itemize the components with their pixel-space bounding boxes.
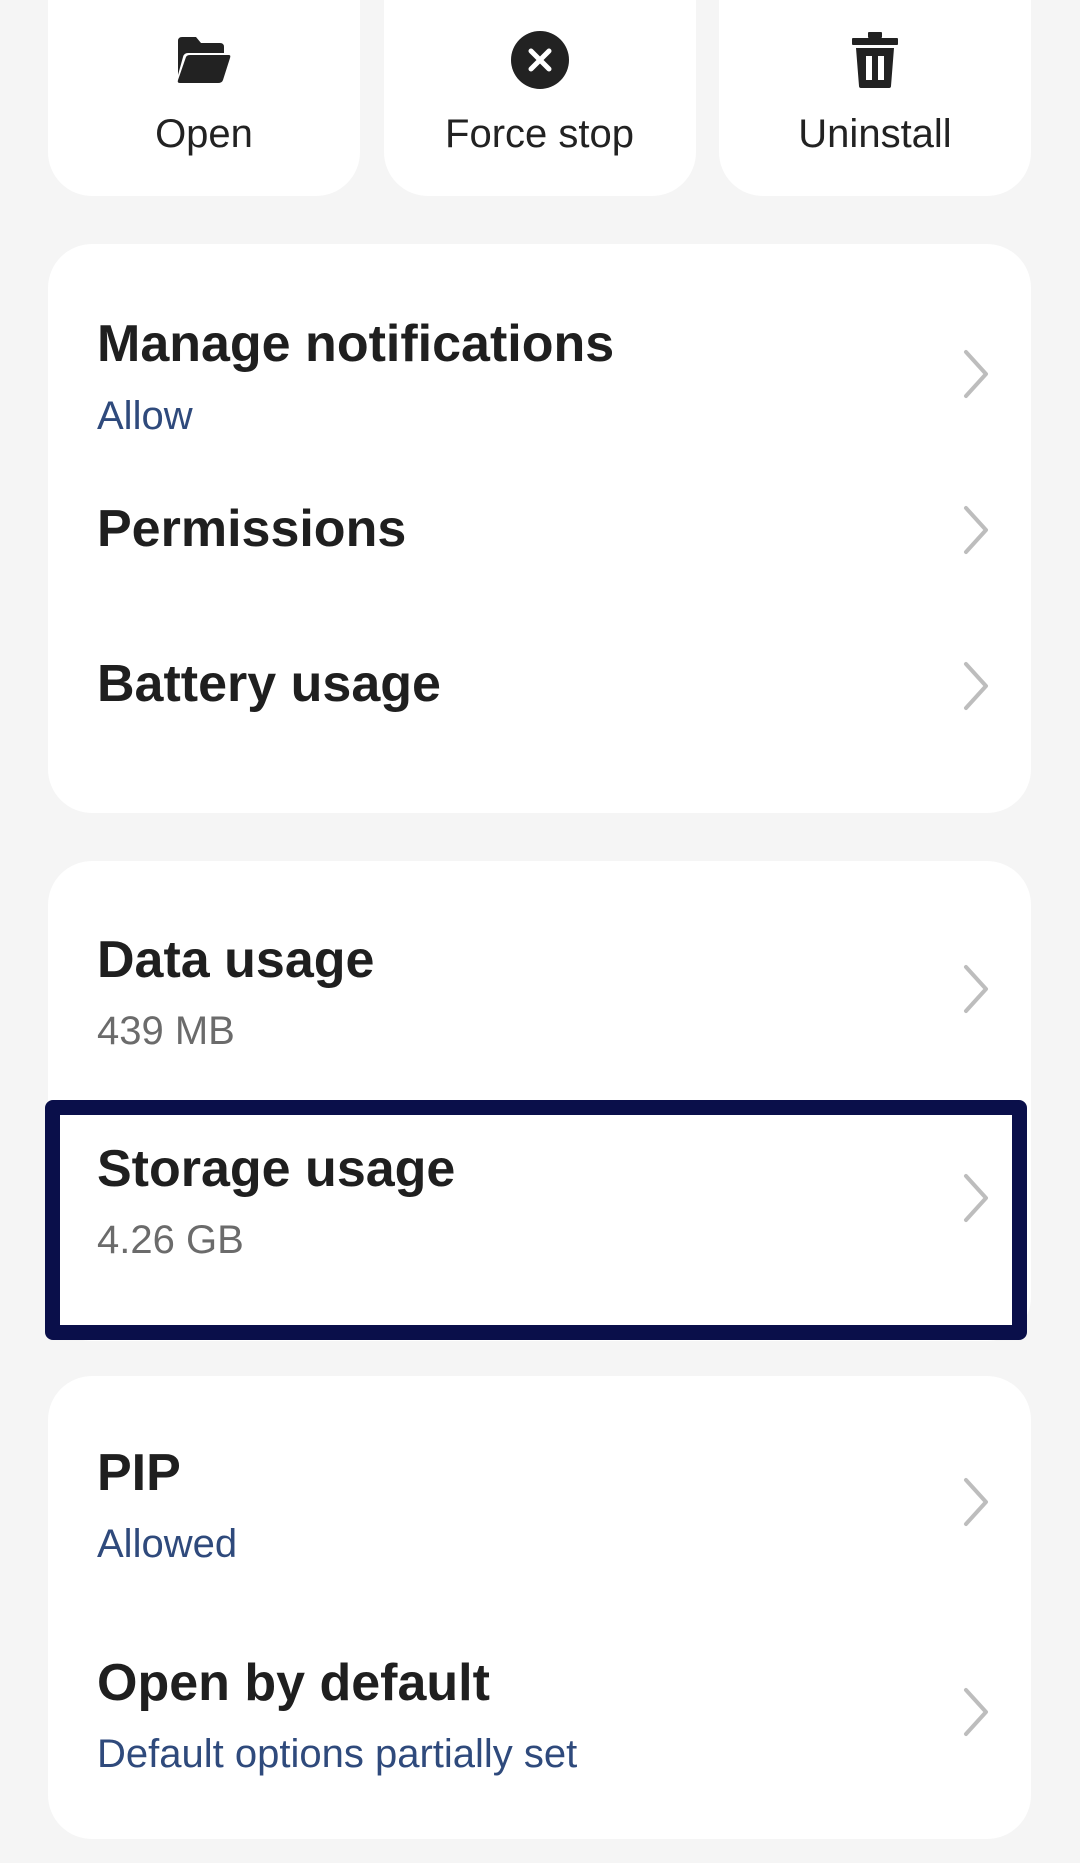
- storage-usage-title: Storage usage: [97, 1140, 456, 1198]
- app-actions-row: Open Force stop Uninstall: [48, 0, 1031, 196]
- data-usage-value: 439 MB: [97, 1009, 235, 1053]
- manage-notifications-title: Manage notifications: [97, 315, 615, 373]
- close-circle-icon: [510, 30, 570, 90]
- pip-status: Allowed: [97, 1522, 238, 1566]
- chevron-right-icon: [964, 965, 988, 1013]
- uninstall-button[interactable]: Uninstall: [719, 0, 1031, 196]
- force-stop-label: Force stop: [445, 112, 634, 156]
- chevron-right-icon: [964, 1478, 988, 1526]
- permissions-title: Permissions: [97, 500, 407, 558]
- open-by-default-status: Default options partially set: [97, 1732, 578, 1776]
- app-settings-card: Manage notifications Allow Permissions B…: [48, 244, 1031, 813]
- pip-item[interactable]: PIP Allowed: [48, 1376, 1031, 1586]
- open-label: Open: [155, 112, 253, 156]
- uninstall-label: Uninstall: [798, 112, 952, 156]
- battery-usage-item[interactable]: Battery usage: [48, 604, 1031, 764]
- data-usage-item[interactable]: Data usage 439 MB: [48, 861, 1031, 1100]
- chevron-right-icon: [964, 506, 988, 554]
- usage-card: Data usage 439 MB Storage usage 4.26 GB: [48, 861, 1031, 1341]
- chevron-right-icon: [964, 1688, 988, 1736]
- open-by-default-item[interactable]: Open by default Default options partiall…: [48, 1586, 1031, 1839]
- manage-notifications-status: Allow: [97, 394, 193, 438]
- chevron-right-icon: [964, 350, 988, 398]
- open-button[interactable]: Open: [48, 0, 360, 196]
- battery-usage-title: Battery usage: [97, 655, 441, 713]
- defaults-card: PIP Allowed Open by default Default opti…: [48, 1376, 1031, 1839]
- storage-usage-item[interactable]: Storage usage 4.26 GB: [48, 1100, 1031, 1341]
- storage-usage-value: 4.26 GB: [97, 1218, 244, 1262]
- app-info-page: Open Force stop Uninstall Manage notific…: [0, 0, 1080, 1863]
- trash-icon: [845, 30, 905, 90]
- permissions-item[interactable]: Permissions: [48, 444, 1031, 604]
- data-usage-title: Data usage: [97, 931, 375, 989]
- force-stop-button[interactable]: Force stop: [383, 0, 696, 196]
- open-by-default-title: Open by default: [97, 1654, 490, 1712]
- pip-title: PIP: [97, 1444, 181, 1502]
- folder-open-icon: [174, 30, 234, 90]
- manage-notifications-item[interactable]: Manage notifications Allow: [48, 244, 1031, 444]
- chevron-right-icon: [964, 1174, 988, 1222]
- chevron-right-icon: [964, 662, 988, 710]
